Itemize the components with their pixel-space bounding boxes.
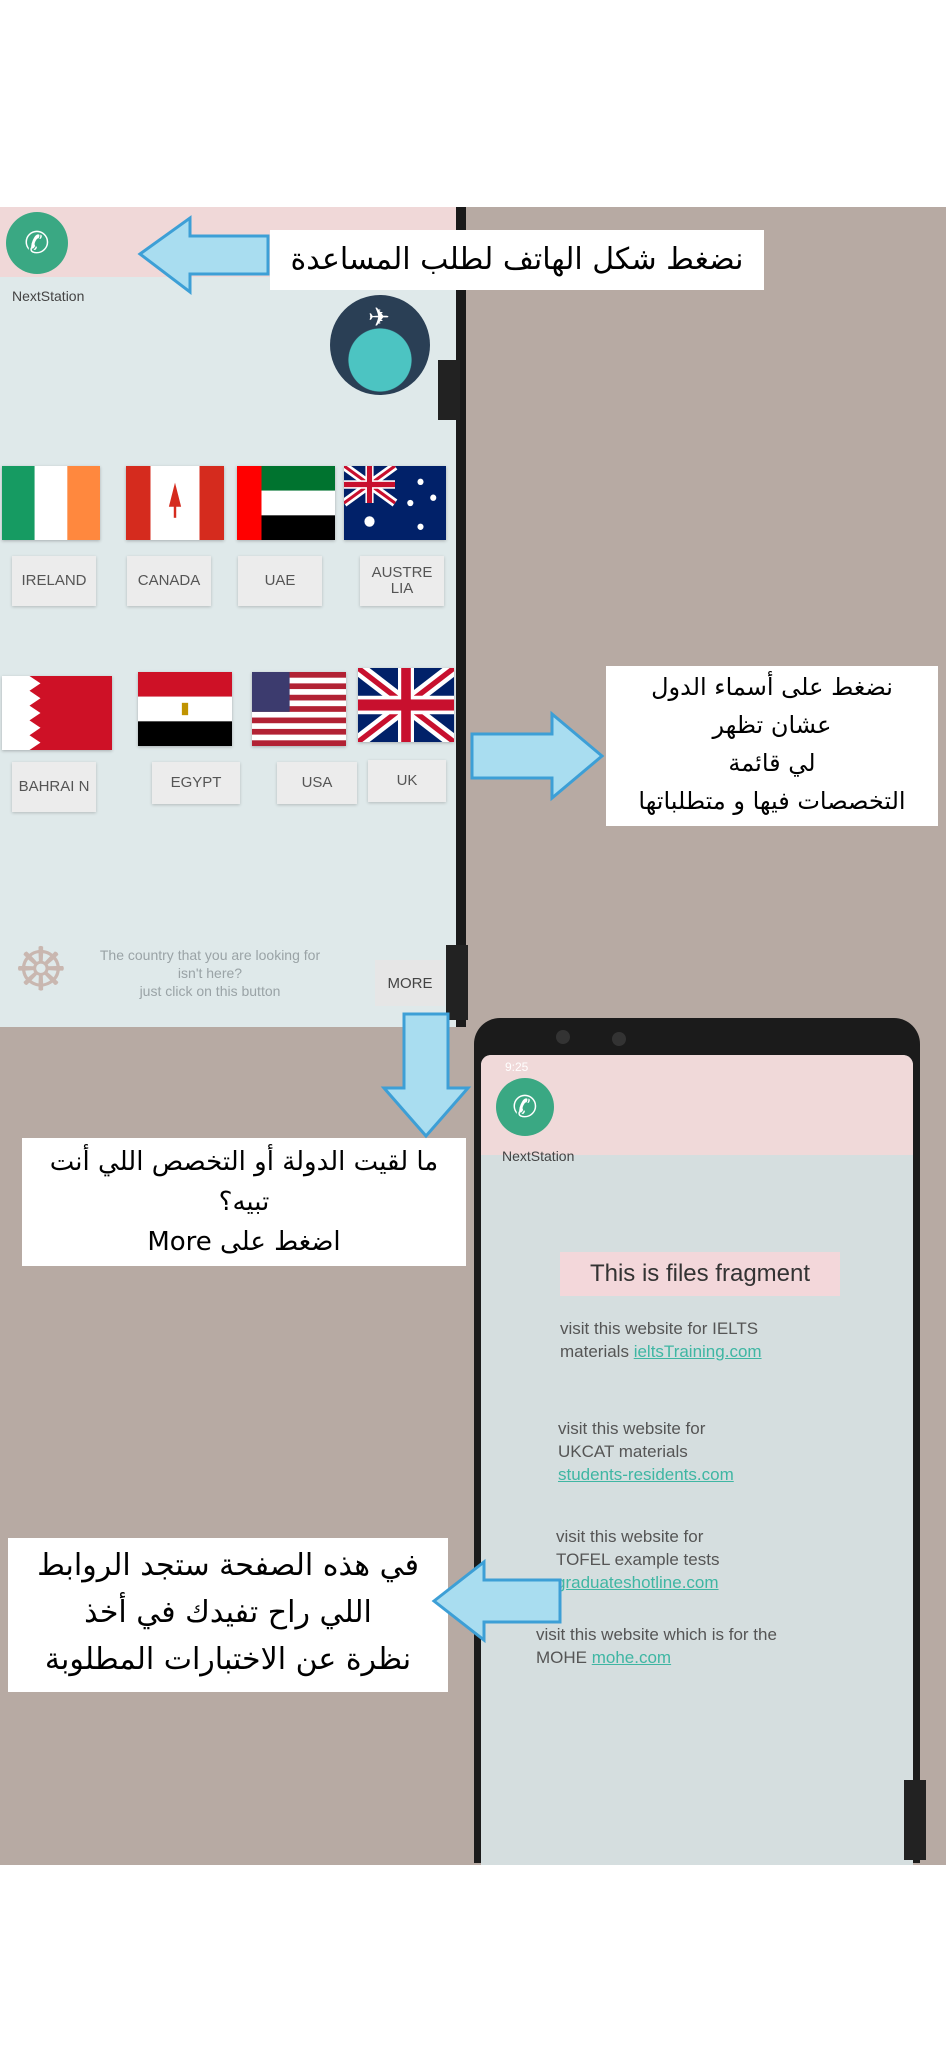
ielts-link[interactable]: ieltsTraining.com bbox=[634, 1342, 762, 1361]
country-button-canada[interactable]: CANADA bbox=[127, 556, 211, 606]
country-button-ireland[interactable]: IRELAND bbox=[12, 556, 96, 606]
airplane-icon: ✈ bbox=[368, 303, 390, 333]
country-button-usa[interactable]: USA bbox=[277, 762, 357, 804]
link-text: visit this website for bbox=[558, 1419, 706, 1438]
phone-icon[interactable]: ✆ bbox=[496, 1078, 554, 1136]
country-button-bahrain[interactable]: BAHRAI N bbox=[12, 762, 96, 812]
arrow-left-icon bbox=[137, 215, 270, 296]
link-text: MOHE bbox=[536, 1647, 587, 1667]
link-item-ielts: visit this website for IELTS materials i… bbox=[560, 1318, 762, 1364]
link-text: visit this website for IELTS bbox=[560, 1319, 759, 1338]
country-button-australia[interactable]: AUSTRE LIA bbox=[360, 556, 444, 606]
link-item-ukcat: visit this website for UKCAT materials s… bbox=[558, 1418, 734, 1487]
link-text: UKCAT materials bbox=[558, 1441, 688, 1461]
app-name: NextStation bbox=[12, 288, 85, 304]
flag-ireland[interactable] bbox=[2, 466, 100, 540]
link-item-mohe: visit this website which is for the MOHE… bbox=[536, 1624, 777, 1670]
country-button-egypt[interactable]: EGYPT bbox=[152, 762, 240, 804]
link-text: visit this website which is for the bbox=[536, 1625, 777, 1644]
more-button[interactable]: MORE bbox=[375, 960, 445, 1006]
camera-icon bbox=[556, 1030, 570, 1044]
flag-australia[interactable] bbox=[344, 466, 446, 540]
arrow-down-icon bbox=[380, 1012, 472, 1139]
note-line: لي قائمة bbox=[728, 749, 816, 777]
fragment-title: This is files fragment bbox=[560, 1252, 840, 1296]
note-line: عشان تظهر bbox=[712, 711, 832, 739]
note-line: في هذه الصفحة ستجد الروابط bbox=[37, 1548, 419, 1583]
hint-line-2: isn't here? bbox=[177, 965, 243, 982]
note-line: اضغط على More bbox=[147, 1227, 341, 1257]
link-text: materials bbox=[560, 1341, 629, 1361]
note-line: التخصصات فيها و متطلباتها bbox=[638, 787, 906, 815]
mohe-link[interactable]: mohe.com bbox=[592, 1648, 671, 1667]
link-text: TOFEL example tests bbox=[556, 1549, 720, 1569]
note-line: نظرة عن الاختبارات المطلوبة bbox=[44, 1642, 412, 1677]
side-tab[interactable] bbox=[438, 360, 460, 420]
note-line: اللي راح تفيدك في أخذ bbox=[84, 1595, 372, 1630]
app-logo-globe: ✈ bbox=[330, 295, 430, 395]
note-line: تبيه؟ bbox=[218, 1187, 270, 1217]
sensor-icon bbox=[612, 1032, 626, 1046]
phone-icon[interactable]: ✆ bbox=[6, 212, 68, 274]
ferris-wheel-icon: ☸ bbox=[14, 935, 68, 1005]
side-tab-bottom[interactable] bbox=[904, 1780, 926, 1860]
arrow-right-icon bbox=[470, 710, 605, 802]
tofel-link[interactable]: graduateshotline.com bbox=[556, 1572, 719, 1595]
status-time: 9:25 bbox=[505, 1060, 529, 1074]
note-line: ما لقيت الدولة أو التخصص اللي أنت bbox=[49, 1147, 439, 1177]
call-help-note: نضغط شكل الهاتف لطلب المساعدة bbox=[270, 230, 764, 290]
app-name: NextStation bbox=[502, 1148, 575, 1164]
country-button-uk[interactable]: UK bbox=[368, 760, 446, 802]
ukcat-link[interactable]: students-residents.com bbox=[558, 1464, 734, 1487]
links-note: في هذه الصفحة ستجد الروابط اللي راح تفيد… bbox=[8, 1538, 448, 1692]
flag-uae[interactable] bbox=[237, 466, 335, 540]
countries-note: نضغط على أسماء الدول عشان تظهر لي قائمة … bbox=[606, 666, 938, 826]
flag-egypt[interactable] bbox=[138, 672, 232, 746]
more-note: ما لقيت الدولة أو التخصص اللي أنت تبيه؟ … bbox=[22, 1138, 466, 1266]
hint-line-1: The country that you are looking for bbox=[99, 947, 321, 963]
country-button-uae[interactable]: UAE bbox=[238, 556, 322, 606]
hint-line-3: just click on this button bbox=[139, 983, 281, 1000]
flag-canada[interactable] bbox=[126, 466, 224, 540]
note-line: نضغط على أسماء الدول bbox=[651, 673, 893, 701]
flag-uk[interactable] bbox=[358, 668, 454, 742]
flag-usa[interactable] bbox=[252, 672, 346, 746]
link-text: visit this website for bbox=[556, 1527, 704, 1546]
not-found-hint: The country that you are looking for isn… bbox=[80, 946, 340, 1001]
flag-bahrain[interactable] bbox=[2, 676, 112, 750]
arrow-left-icon bbox=[431, 1558, 562, 1644]
link-item-tofel: visit this website for TOFEL example tes… bbox=[556, 1526, 719, 1595]
